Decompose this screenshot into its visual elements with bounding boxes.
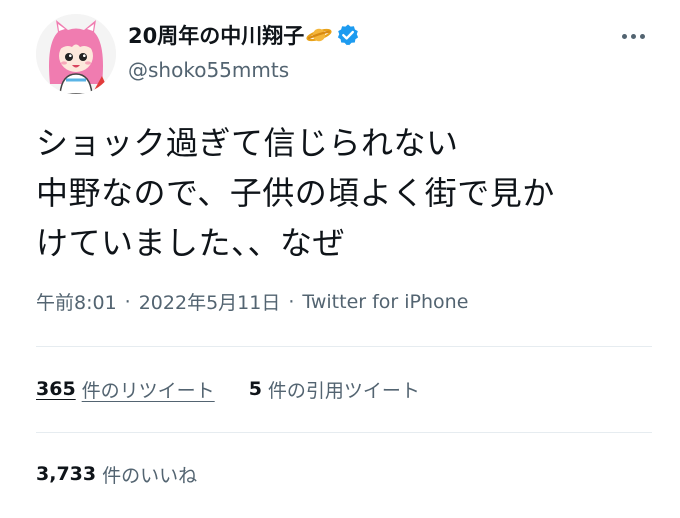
- tweet-text-line: けていました、、なぜ: [36, 224, 346, 262]
- verified-badge-icon: [336, 23, 360, 47]
- tweet-meta: 午前8:01 · 2022年5月11日 · Twitter for iPhone: [36, 288, 468, 315]
- name-row: 20周年の中川翔子: [128, 18, 360, 52]
- tweet-text-line: 中野なので、子供の頃よく街で見か: [36, 174, 555, 212]
- more-dot: [630, 33, 636, 39]
- tweet-text-line: ショック過ぎて信じられない: [36, 124, 459, 162]
- retweets-count: 365: [36, 378, 76, 400]
- avatar-cat-character-image: [36, 14, 116, 94]
- more-options-button[interactable]: [616, 26, 650, 46]
- retweets-label: 件のリツイート: [81, 379, 215, 402]
- ringed-planet-icon: [306, 25, 332, 45]
- more-dot: [621, 33, 627, 39]
- display-name[interactable]: 20周年の中川翔子: [128, 20, 304, 50]
- more-dot: [639, 33, 645, 39]
- meta-separator: ·: [124, 290, 131, 313]
- retweets-stat-link[interactable]: 365 件のリツイート: [36, 376, 215, 403]
- divider: [36, 346, 652, 347]
- user-handle[interactable]: @shoko55mmts: [128, 58, 289, 82]
- tweet-header: 20周年の中川翔子 @shoko55mmts: [36, 14, 656, 94]
- divider: [36, 432, 652, 433]
- tweet-text: ショック過ぎて信じられない 中野なので、子供の頃よく街で見か けていました、、な…: [36, 118, 656, 268]
- stats-row-likes: 3,733 件のいいね: [36, 459, 197, 489]
- meta-separator: ·: [288, 290, 295, 313]
- tweet-date[interactable]: 2022年5月11日: [139, 288, 281, 315]
- quote-tweets-count: 5: [248, 378, 262, 400]
- quote-tweets-label: 件の引用ツイート: [267, 379, 420, 402]
- likes-label: 件のいいね: [102, 464, 198, 487]
- likes-count: 3,733: [36, 463, 97, 485]
- avatar[interactable]: [36, 14, 116, 94]
- tweet-source-link[interactable]: Twitter for iPhone: [302, 291, 468, 313]
- tweet-time[interactable]: 午前8:01: [36, 288, 117, 315]
- quote-tweets-stat-link[interactable]: 5 件の引用ツイート: [249, 376, 420, 403]
- tweet-detail: 20周年の中川翔子 @shoko55mmts ショック過ぎて信じられない 中野な…: [0, 0, 680, 518]
- likes-stat-link[interactable]: 3,733 件のいいね: [36, 461, 197, 488]
- stats-row-shares: 365 件のリツイート 5 件の引用ツイート: [36, 374, 420, 404]
